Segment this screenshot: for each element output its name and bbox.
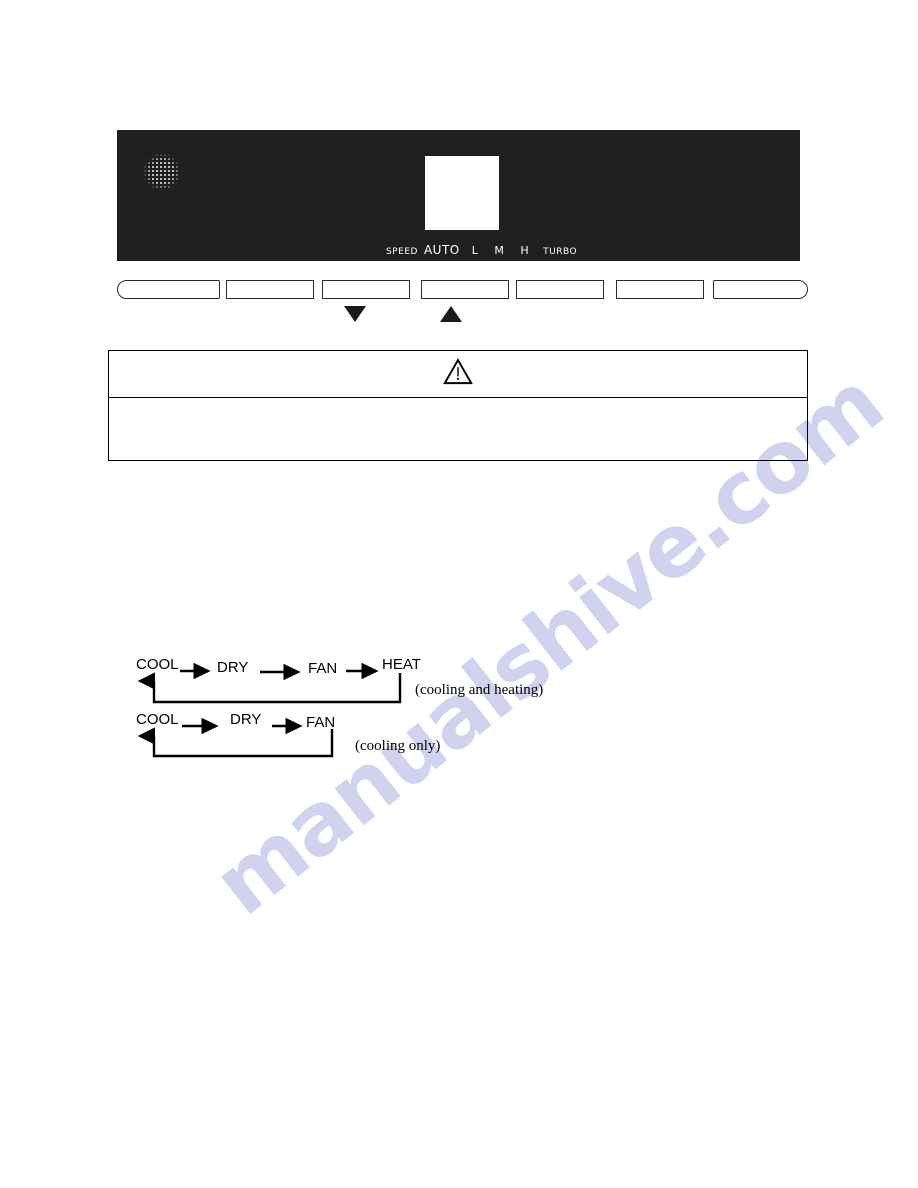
mode-flow-diagrams: COOL DRY FAN HEAT (cooling and heating) …: [120, 648, 680, 763]
speed-label: SPEED: [386, 247, 418, 257]
speed-option-auto: AUTO: [423, 243, 460, 257]
speed-option-turbo: TURBO: [543, 247, 578, 257]
lcd-display: [425, 156, 499, 230]
panel-button-5[interactable]: [516, 280, 604, 299]
speed-option-medium: M: [494, 244, 505, 257]
panel-button-1[interactable]: [117, 280, 220, 299]
panel-button-6[interactable]: [616, 280, 704, 299]
flow2-arrows: [137, 717, 334, 758]
increase-arrow-icon: [440, 306, 462, 322]
caution-box: [108, 350, 808, 461]
speed-option-low: L: [471, 244, 479, 257]
panel-button-7[interactable]: [713, 280, 808, 299]
ir-receiver-dot-grid-icon: [143, 153, 181, 191]
fan-speed-row: SPEED AUTO L M H TURBO: [386, 243, 577, 257]
warning-triangle-icon: [443, 358, 473, 390]
panel-button-4[interactable]: [421, 280, 509, 299]
button-row: [110, 280, 810, 301]
panel-button-2[interactable]: [226, 280, 314, 299]
caution-box-body: [109, 398, 807, 461]
decrease-arrow-icon: [344, 306, 366, 322]
speed-option-high: H: [520, 244, 530, 257]
caution-box-header: [109, 351, 807, 398]
panel-button-3[interactable]: [322, 280, 410, 299]
